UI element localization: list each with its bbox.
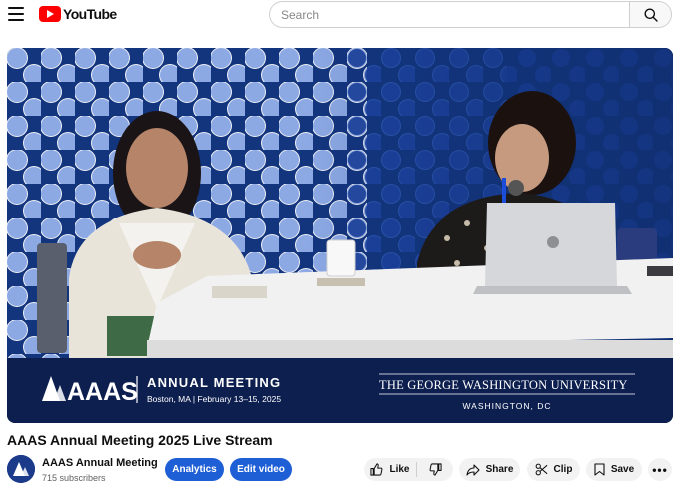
like-dislike-group: Like bbox=[364, 458, 453, 481]
thumbs-up-icon bbox=[370, 463, 383, 476]
top-bar: YouTube bbox=[0, 0, 680, 30]
like-label: Like bbox=[389, 464, 410, 475]
thumbs-down-icon bbox=[429, 463, 442, 476]
save-button[interactable]: Save bbox=[586, 458, 642, 481]
analytics-button[interactable]: Analytics bbox=[165, 458, 224, 481]
menu-icon[interactable] bbox=[8, 7, 24, 21]
dislike-button[interactable] bbox=[417, 458, 453, 481]
banner-meeting-sub: Boston, MA | February 13–15, 2025 bbox=[147, 394, 281, 404]
avatar[interactable] bbox=[7, 455, 35, 483]
search-bar bbox=[269, 1, 672, 28]
clip-button[interactable]: Clip bbox=[527, 458, 580, 481]
channel-logo-icon bbox=[7, 455, 35, 483]
save-label: Save bbox=[610, 464, 635, 475]
clip-label: Clip bbox=[553, 464, 573, 475]
play-logo-icon bbox=[39, 6, 61, 22]
more-actions-button[interactable]: ••• bbox=[648, 458, 672, 481]
video-title: AAAS Annual Meeting 2025 Live Stream bbox=[7, 432, 273, 448]
banner-meeting-title: ANNUAL MEETING bbox=[147, 375, 281, 390]
like-button[interactable]: Like bbox=[364, 458, 416, 481]
banner-university: THE GEORGE WASHINGTON UNIVERSITY bbox=[379, 378, 628, 392]
search-icon bbox=[644, 8, 658, 22]
scissors-icon bbox=[535, 463, 547, 476]
video-player[interactable]: AAAS ANNUAL MEETING Boston, MA | Februar… bbox=[7, 48, 673, 423]
banner-aaas: AAAS bbox=[67, 378, 138, 406]
share-button[interactable]: Share bbox=[459, 458, 520, 481]
search-input[interactable] bbox=[269, 1, 629, 28]
more-icon: ••• bbox=[652, 462, 668, 477]
logo-text: YouTube bbox=[63, 6, 117, 22]
search-button[interactable] bbox=[629, 1, 672, 28]
edit-video-button[interactable]: Edit video bbox=[230, 458, 292, 481]
share-label: Share bbox=[485, 464, 514, 475]
subscriber-count: 715 subscribers bbox=[42, 473, 106, 483]
share-icon bbox=[466, 463, 480, 476]
banner-university-sub: WASHINGTON, DC bbox=[462, 401, 551, 411]
bookmark-icon bbox=[594, 463, 605, 476]
youtube-logo[interactable]: YouTube bbox=[39, 6, 117, 22]
video-frame: AAAS ANNUAL MEETING Boston, MA | Februar… bbox=[7, 48, 673, 423]
channel-name[interactable]: AAAS Annual Meeting bbox=[42, 457, 158, 469]
